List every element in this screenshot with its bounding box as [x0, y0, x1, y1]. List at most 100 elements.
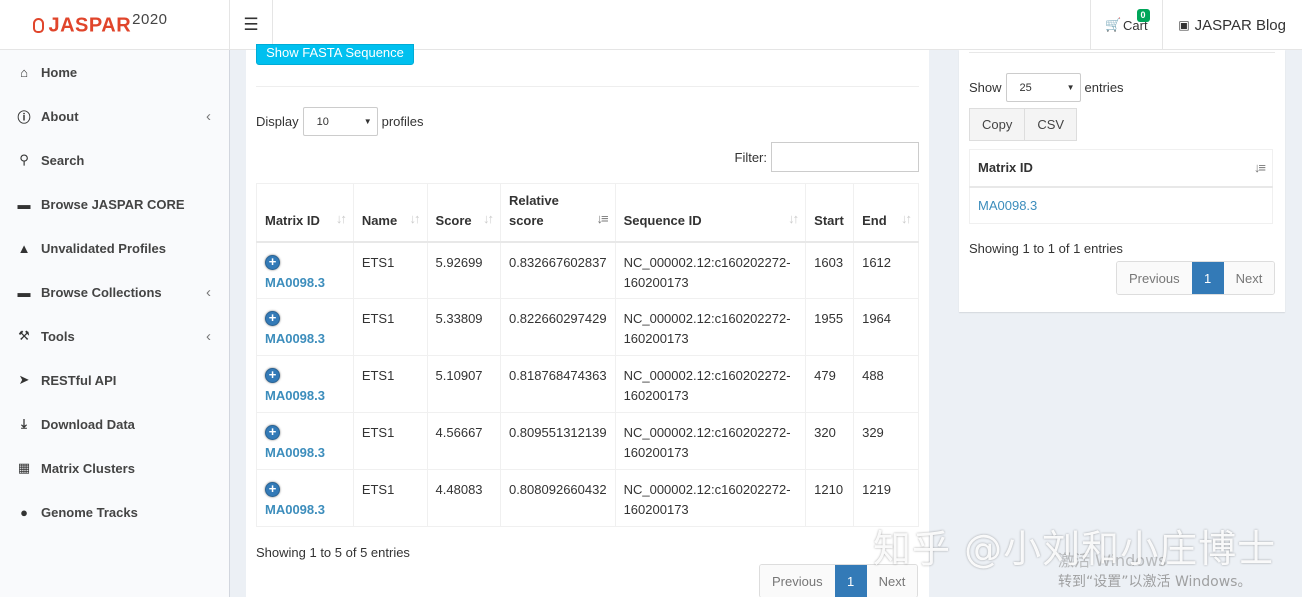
name-cell: ETS1	[352, 469, 428, 527]
column-header-label: Matrix ID	[265, 212, 320, 228]
start-cell: 479	[805, 355, 855, 413]
windows-activation-hint: 转到“设置”以激活 Windows。	[1058, 574, 1252, 590]
show-fasta-button[interactable]: Show FASTA Sequence	[256, 44, 414, 65]
sidebar-item-label: RESTful API	[41, 372, 117, 388]
sidebar-item-genome-tracks[interactable]: ● Genome Tracks	[0, 490, 229, 534]
map-marker-icon: ●	[20, 504, 28, 520]
end-cell: 488	[853, 355, 919, 413]
column-header-score[interactable]: Score ↓↑	[426, 183, 501, 243]
column-header-matrix-id[interactable]: Matrix ID ↓≡	[969, 149, 1273, 188]
page-1-button[interactable]: 1	[834, 565, 867, 597]
sort-icon: ↓↑	[335, 210, 347, 226]
sidebar-item-matrix-clusters[interactable]: ▦ Matrix Clusters	[0, 446, 229, 490]
sort-icon: ↓↑	[482, 210, 494, 226]
end-cell: 1612	[853, 241, 919, 299]
sidebar-item-restful-api[interactable]: ➤ RESTful API	[0, 358, 229, 402]
sidebar-item-browse-core[interactable]: ▬ Browse JASPAR CORE	[0, 182, 229, 226]
caret-down-icon: ▼	[1066, 83, 1075, 92]
previous-page-button[interactable]: Previous	[760, 565, 835, 597]
sidebar-item-label: About	[41, 108, 79, 124]
table-row: + MA0098.3 ETS1 5.33809 0.822660297429 NC…	[256, 298, 919, 356]
sidebar-item-tools[interactable]: ⚒ Tools ‹	[0, 314, 229, 358]
matrix-id-link[interactable]: MA0098.3	[265, 388, 325, 403]
sidebar-item-download[interactable]: ⤓ Download Data	[0, 402, 229, 446]
sequence-id-line: 160200173	[623, 502, 689, 517]
sidebar-item-about[interactable]: ⓘ About ‹	[0, 94, 229, 138]
next-page-button[interactable]: Next	[1223, 262, 1275, 294]
previous-page-button[interactable]: Previous	[1117, 262, 1192, 294]
cart-length-value: 25	[1019, 81, 1032, 94]
sort-desc-icon: ↓≡	[596, 210, 608, 226]
expand-row-icon[interactable]: +	[265, 368, 280, 383]
sort-asc-icon: ↓≡	[1253, 159, 1266, 175]
cart-length-select[interactable]: 25 ▼	[1005, 73, 1081, 102]
home-icon: ⌂	[20, 64, 28, 80]
matrix-id-link[interactable]: MA0098.3	[265, 275, 325, 290]
expand-row-icon[interactable]: +	[265, 311, 280, 326]
table-row: + MA0098.3 ETS1 4.56667 0.809551312139 NC…	[256, 412, 919, 470]
matrix-id-link[interactable]: MA0098.3	[265, 331, 325, 346]
column-header-matrix-id[interactable]: Matrix ID ↓↑	[256, 183, 354, 243]
column-header-sequence-id[interactable]: Sequence ID ↓↑	[614, 183, 807, 243]
sidebar-item-label: Search	[41, 152, 85, 168]
matrix-id-cell: + MA0098.3	[256, 412, 354, 470]
chevron-left-icon: ‹	[206, 108, 211, 125]
sequence-id-cell: NC_000002.12:c160202272- 160200173	[614, 298, 807, 356]
sidebar-item-unvalidated[interactable]: ▲ Unvalidated Profiles	[0, 226, 229, 270]
matrix-id-cell: MA0098.3	[969, 186, 1273, 224]
matrix-id-link[interactable]: MA0098.3	[265, 502, 325, 517]
column-header-relative-score[interactable]: Relative score ↓≡	[499, 183, 616, 243]
column-header-name[interactable]: Name ↓↑	[352, 183, 428, 243]
display-length-control: Display 10 ▼ profiles	[256, 107, 424, 136]
expand-row-icon[interactable]: +	[265, 254, 280, 270]
zhihu-watermark: 知乎 @小刘和小庄博士	[873, 527, 1277, 571]
column-header-end[interactable]: End ↓↑	[853, 183, 919, 243]
cart-link[interactable]: 🛒 Cart 0	[1090, 0, 1162, 50]
info-circle-icon: ⓘ	[17, 109, 31, 125]
start-cell: 1210	[805, 469, 855, 527]
sequence-id-cell: NC_000002.12:c160202272- 160200173	[614, 469, 807, 527]
matrix-id-link[interactable]: MA0098.3	[978, 198, 1037, 213]
blog-link[interactable]: ▣ JASPAR Blog	[1161, 0, 1302, 50]
column-header-label: Score	[435, 212, 472, 228]
sequence-id-cell: NC_000002.12:c160202272- 160200173	[614, 355, 807, 413]
expand-row-icon[interactable]: +	[265, 482, 280, 497]
name-cell: ETS1	[352, 355, 428, 413]
sidebar-item-label: Home	[41, 64, 78, 80]
cart-table: Matrix ID ↓≡ MA0098.3	[969, 149, 1273, 224]
csv-button[interactable]: CSV	[1025, 108, 1078, 141]
chevron-left-icon: ‹	[206, 284, 211, 301]
relative-score-cell: 0.809551312139	[499, 412, 616, 470]
display-label: Display	[256, 114, 299, 129]
sidebar-item-label: Unvalidated Profiles	[41, 240, 166, 256]
column-header-start[interactable]: Start	[805, 183, 855, 243]
warning-icon: ▲	[17, 240, 31, 256]
display-select[interactable]: 10 ▼	[302, 107, 378, 136]
rocket-icon: ➤	[18, 372, 30, 387]
sidebar-item-label: Tools	[41, 328, 75, 344]
hamburger-icon[interactable]: ☰	[230, 0, 273, 50]
sequence-id-line: 160200173	[623, 274, 689, 290]
score-cell: 4.48083	[426, 469, 501, 527]
divider	[256, 86, 919, 87]
sequence-id-line: 160200173	[623, 388, 689, 403]
copy-button[interactable]: Copy	[969, 108, 1026, 141]
show-label: Show	[969, 80, 1002, 95]
table-row: MA0098.3	[969, 186, 1273, 224]
filter-input[interactable]	[771, 142, 919, 172]
matrix-id-link[interactable]: MA0098.3	[265, 445, 325, 460]
sidebar-item-label: Browse JASPAR CORE	[41, 196, 185, 212]
sort-icon: ↓↑	[788, 210, 799, 226]
sidebar-item-home[interactable]: ⌂ Home	[0, 50, 229, 94]
cart-icon: 🛒	[1105, 17, 1122, 32]
sort-icon: ↓↑	[409, 210, 421, 226]
start-cell: 320	[805, 412, 855, 470]
table-header-row: Matrix ID ↓↑ Name ↓↑ Score ↓↑ Relative scor…	[256, 183, 919, 243]
caret-down-icon: ▼	[363, 117, 372, 126]
sidebar-item-browse-collections[interactable]: ▬ Browse Collections ‹	[0, 270, 229, 314]
jaspar-logo[interactable]: JASPAR2020	[0, 0, 230, 50]
expand-row-icon[interactable]: +	[265, 425, 280, 440]
relative-score-cell: 0.818768474363	[499, 355, 616, 413]
page-1-button[interactable]: 1	[1191, 262, 1224, 294]
sidebar-item-search[interactable]: ⚲ Search	[0, 138, 229, 182]
